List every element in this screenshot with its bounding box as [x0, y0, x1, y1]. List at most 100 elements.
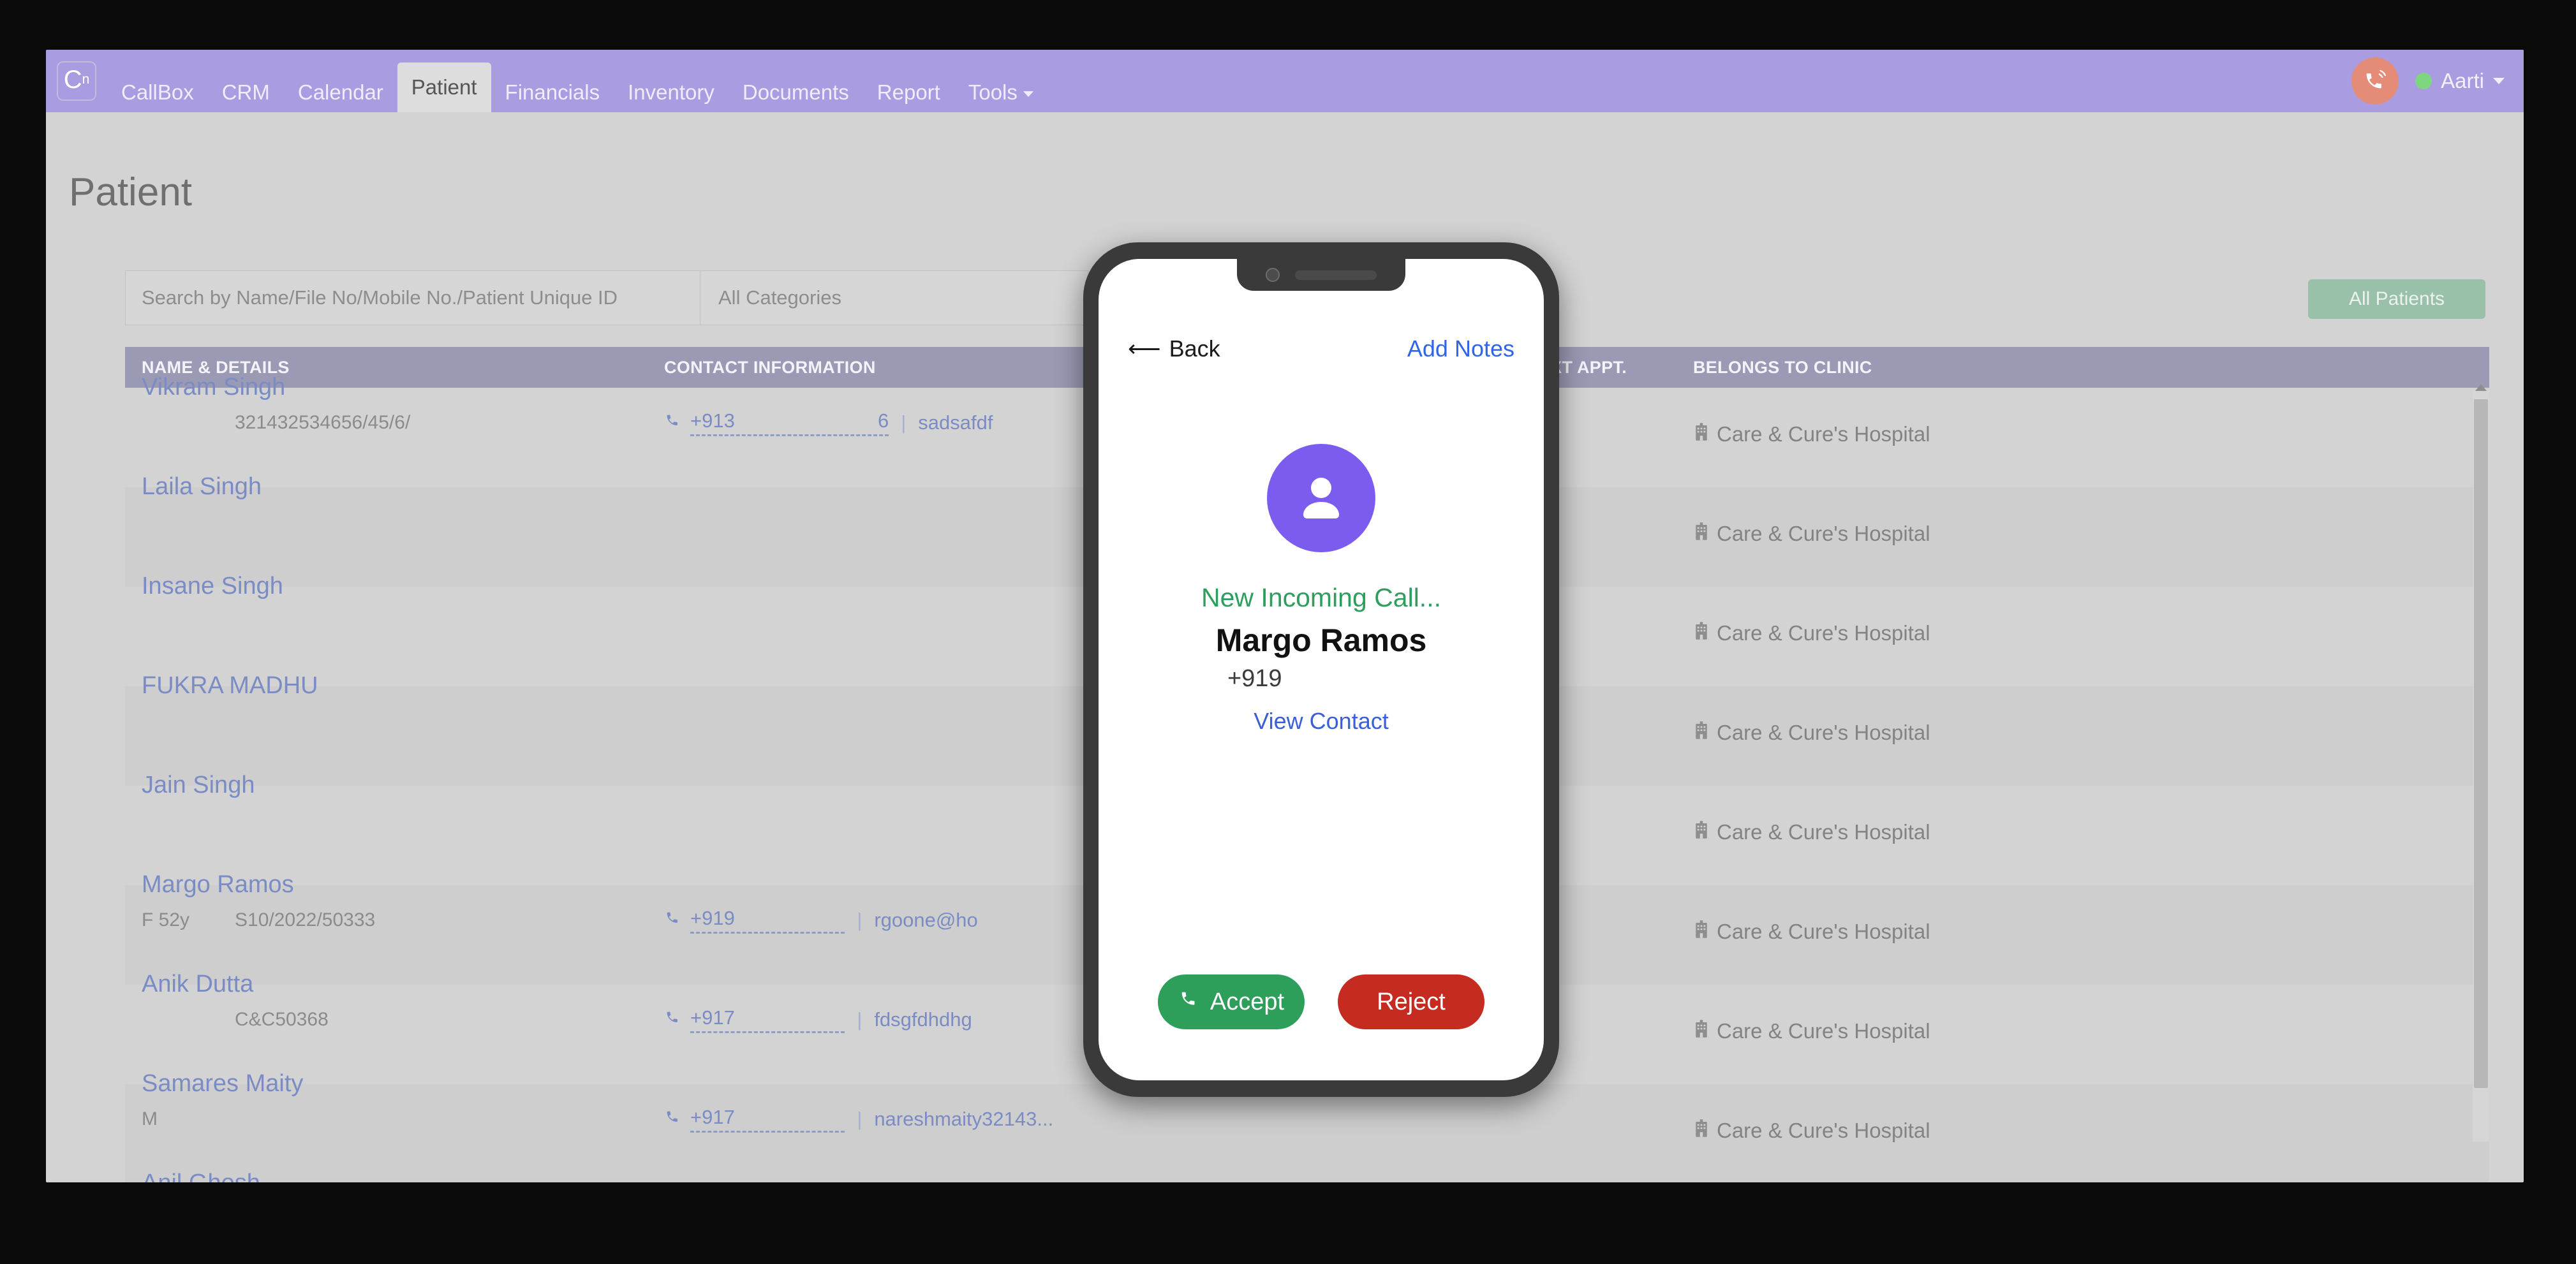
- nav-item-documents[interactable]: Documents: [729, 73, 863, 112]
- arrow-left-icon: ⟵: [1128, 335, 1161, 362]
- patient-name-link[interactable]: Vikram Singh: [142, 374, 285, 401]
- patient-name-link[interactable]: FUKRA MADHU: [142, 672, 318, 700]
- caller-number: +9191140714440: [1099, 665, 1544, 693]
- category-select[interactable]: All Categories: [700, 271, 1088, 325]
- all-patients-button[interactable]: All Patients: [2308, 279, 2485, 319]
- hospital-building-icon: [1693, 1119, 1710, 1143]
- column-header-contact[interactable]: CONTACT INFORMATION: [664, 358, 876, 378]
- patient-phone[interactable]: +9191440714440: [690, 907, 845, 934]
- patient-clinic: Care & Cure's Hospital: [1693, 820, 1930, 844]
- nav-item-patient[interactable]: Patient: [397, 62, 491, 112]
- chevron-down-icon: [1023, 91, 1033, 97]
- patient-clinic-label: Care & Cure's Hospital: [1717, 721, 1930, 744]
- user-name: Aarti: [2441, 69, 2484, 92]
- patient-gender-age: F 52y: [142, 909, 190, 930]
- patient-file-no: 321432534656/45/6/: [235, 412, 411, 433]
- patient-name-link[interactable]: Margo Ramos: [142, 871, 294, 899]
- screen-frame: Cn CallBox CRM Calendar Patient Financia…: [0, 0, 2576, 1264]
- patient-phone-redacted: 0330440998: [735, 1006, 845, 1029]
- patient-gender-age: M: [142, 1108, 158, 1129]
- accept-call-button[interactable]: Accept: [1158, 974, 1305, 1029]
- patient-clinic: Care & Cure's Hospital: [1693, 721, 1930, 745]
- nav-item-calendar[interactable]: Calendar: [284, 73, 397, 112]
- patient-email[interactable]: rgoone@ho: [874, 909, 977, 932]
- back-button[interactable]: ⟵ Back: [1128, 335, 1220, 362]
- hospital-building-icon: [1693, 522, 1710, 546]
- patient-clinic-label: Care & Cure's Hospital: [1717, 621, 1930, 645]
- phone-handset-icon: [664, 1008, 682, 1031]
- patient-name-link[interactable]: Anil Ghosh: [142, 1170, 260, 1182]
- speaker-icon: [1295, 270, 1377, 280]
- scrollbar-thumb[interactable]: [2474, 399, 2488, 1088]
- filter-bar: All Categories: [125, 270, 1088, 325]
- hospital-building-icon: [1693, 422, 1710, 446]
- table-scrollbar[interactable]: [2473, 384, 2489, 1142]
- navbar-items: CallBox CRM Calendar Patient Financials …: [107, 50, 1047, 112]
- contact-separator: |: [901, 411, 907, 434]
- patient-clinic-label: Care & Cure's Hospital: [1717, 522, 1930, 545]
- caller-number-prefix: +919: [1227, 665, 1282, 692]
- user-menu[interactable]: Aarti: [2415, 69, 2505, 93]
- patient-clinic: Care & Cure's Hospital: [1693, 1019, 1930, 1043]
- patient-name-link[interactable]: Anik Dutta: [142, 971, 253, 998]
- phone-handset-icon: [664, 909, 682, 932]
- table-row[interactable]: Samares Maity M +9170440990433 | nareshmaity…: [125, 1070, 2489, 1182]
- reject-call-button[interactable]: Reject: [1338, 974, 1484, 1029]
- patient-phone[interactable]: +9170440990433: [690, 1106, 845, 1133]
- patient-contact-info[interactable]: +9191440714440 | rgoone@ho: [664, 907, 978, 934]
- patient-email[interactable]: sadsafdf: [918, 411, 993, 434]
- patient-phone[interactable]: +9170330440998: [690, 1006, 845, 1033]
- add-notes-button[interactable]: Add Notes: [1407, 335, 1514, 362]
- patient-name-link[interactable]: Jain Singh: [142, 772, 255, 799]
- phone-screen: ⟵ Back Add Notes New Incoming Call... Ma…: [1099, 259, 1544, 1080]
- status-badge: [2415, 73, 2432, 89]
- nav-item-report[interactable]: Report: [863, 73, 954, 112]
- patient-clinic: Care & Cure's Hospital: [1693, 920, 1930, 944]
- hospital-building-icon: [1693, 820, 1710, 844]
- patient-phone[interactable]: +91301448809804316: [690, 409, 889, 436]
- view-contact-button[interactable]: View Contact: [1099, 708, 1544, 735]
- app-viewport: Cn CallBox CRM Calendar Patient Financia…: [46, 50, 2524, 1182]
- contact-separator: |: [857, 909, 862, 931]
- call-info-block: New Incoming Call... Margo Ramos +919114…: [1099, 444, 1544, 735]
- patient-file-no: C&C50368: [235, 1009, 329, 1030]
- phone-handset-icon: [664, 1108, 682, 1131]
- hospital-building-icon: [1693, 920, 1710, 944]
- incoming-call-modal: ⟵ Back Add Notes New Incoming Call... Ma…: [1083, 242, 1559, 1097]
- patient-clinic: Care & Cure's Hospital: [1693, 621, 1930, 645]
- patient-name-link[interactable]: Samares Maity: [142, 1070, 303, 1098]
- category-select-value: All Categories: [718, 286, 841, 309]
- patient-name-link[interactable]: Insane Singh: [142, 573, 283, 600]
- phone-notch: [1237, 259, 1405, 291]
- nav-item-inventory[interactable]: Inventory: [614, 73, 729, 112]
- chevron-up-icon[interactable]: [2475, 384, 2487, 391]
- nav-item-tools[interactable]: Tools: [954, 73, 1047, 112]
- chevron-down-icon: [2493, 78, 2505, 84]
- nav-item-financials[interactable]: Financials: [491, 73, 614, 112]
- patient-email[interactable]: fdsgfdhdhg: [874, 1008, 972, 1031]
- patient-contact-info[interactable]: +9170440990433 | nareshmaity32143...: [664, 1106, 1053, 1133]
- navbar-right: Aarti: [2351, 50, 2505, 112]
- patient-name-link[interactable]: Laila Singh: [142, 473, 262, 501]
- person-avatar-icon: [1267, 444, 1375, 552]
- nav-item-crm[interactable]: CRM: [208, 73, 284, 112]
- patient-clinic-label: Care & Cure's Hospital: [1717, 1119, 1930, 1142]
- phone-handset-icon: [664, 411, 682, 434]
- nav-item-tools-label: Tools: [968, 80, 1018, 104]
- search-input[interactable]: [126, 271, 700, 325]
- caller-number-redacted: 1140714440: [1282, 665, 1416, 692]
- column-header-clinic[interactable]: BELONGS TO CLINIC: [1693, 358, 1872, 378]
- page-title: Patient: [69, 170, 193, 214]
- patient-contact-info[interactable]: +9170330440998 | fdsgfdhdhg: [664, 1006, 972, 1033]
- phone-ringing-icon[interactable]: [2351, 57, 2399, 105]
- patient-phone-redacted: 0144880980431: [735, 409, 878, 432]
- patient-email[interactable]: nareshmaity32143...: [874, 1108, 1053, 1131]
- camera-icon: [1266, 268, 1280, 282]
- main-navbar: Cn CallBox CRM Calendar Patient Financia…: [46, 50, 2524, 112]
- patient-contact-info[interactable]: +91301448809804316 | sadsafdf: [664, 409, 993, 436]
- call-status-text: New Incoming Call...: [1201, 583, 1441, 612]
- nav-item-callbox[interactable]: CallBox: [107, 73, 208, 112]
- back-button-label: Back: [1169, 335, 1220, 362]
- patient-clinic: Care & Cure's Hospital: [1693, 522, 1930, 546]
- brand-cn-logo[interactable]: Cn: [46, 50, 107, 112]
